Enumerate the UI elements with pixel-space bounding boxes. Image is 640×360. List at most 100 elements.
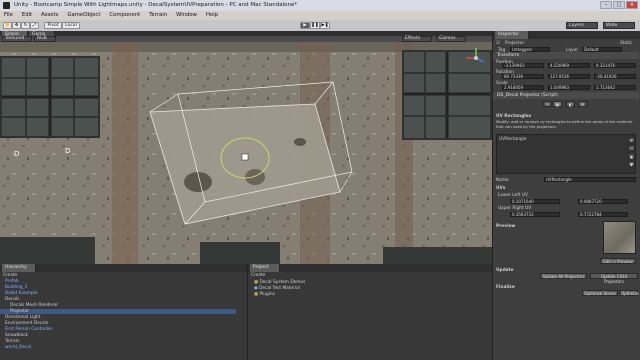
layout-dropdown[interactable]: Wide [603, 22, 635, 29]
material-icon: ● [254, 286, 258, 291]
pause-icon[interactable]: ❚❚ [310, 22, 320, 29]
menu-help[interactable]: Help [206, 11, 218, 20]
preview-title: Preview [496, 224, 516, 229]
menu-gameobject[interactable]: GameObject [67, 11, 100, 20]
project-create-button[interactable]: Create [251, 273, 265, 278]
rotation-x-field[interactable]: 80.73336 [502, 74, 544, 79]
scene-render: D D [0, 42, 492, 264]
decal-marker-icon[interactable]: D [14, 150, 19, 158]
uv-preview-image [603, 221, 636, 254]
project-item[interactable]: ■ Plugins [254, 292, 275, 297]
optimize-button[interactable]: Optimize [620, 290, 639, 296]
scale-y-field[interactable]: 1.049983 [548, 85, 590, 90]
hierarchy-item[interactable]: Prefab [5, 279, 19, 284]
scale-x-field[interactable]: 2.918059 [502, 85, 544, 90]
preview-mode-icon[interactable]: ◧ [566, 101, 575, 107]
optimize-scene-button[interactable]: Optimize Scene [582, 290, 618, 296]
move-tool-icon[interactable]: ✥ [12, 22, 21, 29]
toolbar: ✋ ✥ ↻ ⤢ Pivot Local ▶ ❚❚ ▶❚ Layers Wide [0, 20, 640, 31]
scale-tool-icon[interactable]: ⤢ [30, 22, 39, 29]
scene-viewport[interactable]: D D [0, 42, 492, 264]
layers-dropdown[interactable]: Layers [566, 22, 598, 29]
rotate-tool-icon[interactable]: ↻ [21, 22, 30, 29]
hierarchy-create-button[interactable]: Create [3, 273, 17, 278]
hierarchy-item[interactable]: Directional Light [5, 315, 40, 320]
step-icon[interactable]: ▶❚ [320, 22, 330, 29]
minimize-button[interactable]: – [600, 1, 612, 9]
position-z-field[interactable]: 4.321476 [594, 63, 636, 68]
menu-component[interactable]: Component [109, 11, 140, 20]
local-toggle[interactable]: Local [62, 22, 80, 29]
rotation-z-field[interactable]: -26.41926 [594, 74, 636, 79]
move-up-icon[interactable]: ▲ [628, 153, 635, 159]
play-icon[interactable]: ▶ [300, 22, 310, 29]
tab-project[interactable]: Project [250, 264, 280, 272]
hierarchy-panel: Hierarchy Create Prefab Building_1 Bullet … [0, 264, 247, 360]
close-button[interactable]: ✕ [626, 1, 638, 9]
hierarchy-item[interactable]: Environment Decals [5, 321, 48, 326]
decal-marker-icon[interactable]: D [65, 147, 70, 155]
menu-window[interactable]: Window [176, 11, 197, 20]
script-header[interactable]: DS_Decal Projector (Script) [493, 92, 639, 99]
hierarchy-item[interactable]: world_Decal [5, 345, 31, 350]
lower-left-u-field[interactable]: 0.2071640 [510, 199, 560, 204]
menu-assets[interactable]: Assets [41, 11, 58, 20]
uv-description: Modify, add or remove uv rectangles to d… [496, 119, 633, 129]
uvs-title: UVs [496, 186, 506, 191]
edit-mode-icon[interactable]: ✎ [543, 101, 552, 107]
project-panel: Project Create ■ Decal System Demos ● De… [247, 264, 493, 360]
menu-terrain[interactable]: Terrain [149, 11, 167, 20]
hierarchy-item[interactable]: Projector [0, 309, 236, 314]
hand-tool-icon[interactable]: ✋ [3, 22, 12, 29]
project-item[interactable]: ■ Decal System Demos [254, 280, 305, 285]
pivot-toggle[interactable]: Pivot [44, 22, 62, 29]
uv-mode-icon[interactable]: ▦ [553, 101, 562, 107]
name-field[interactable]: UVRectangle [544, 177, 636, 182]
right-window [402, 50, 492, 140]
tab-hierarchy[interactable]: Hierarchy [2, 264, 36, 272]
maximize-button[interactable]: □ [613, 1, 625, 9]
hierarchy-item[interactable]: Bullet Example [5, 291, 37, 296]
rotation-y-field[interactable]: 127.9536 [548, 74, 590, 79]
unity-app-icon [3, 2, 10, 9]
edit-in-preview-button[interactable]: Edit in Preview [600, 258, 636, 264]
left-window [0, 56, 100, 138]
scale-z-field[interactable]: 1.713642 [594, 85, 636, 90]
list-item[interactable]: UVRectangle [499, 137, 527, 142]
update-all-projectors-button[interactable]: Update All Projectors [540, 273, 587, 279]
lower-left-label: Lower Left UV [498, 193, 528, 198]
move-down-icon[interactable]: ▼ [628, 161, 635, 167]
position-y-field[interactable]: 4.220969 [548, 63, 590, 68]
hierarchy-item[interactable]: Decals Mesh Renderer [10, 303, 58, 308]
add-icon[interactable]: + [628, 137, 635, 143]
folder-icon: ■ [254, 280, 259, 285]
upper-right-label: Upper Right UV [498, 206, 532, 211]
transform-header[interactable]: Transform [493, 52, 639, 59]
project-item[interactable]: ● Decal Test Material [254, 286, 300, 291]
static-toggle[interactable]: Static [620, 41, 632, 46]
window-title: Unity - Bootcamp Simple With Lightmaps.u… [14, 2, 298, 8]
upper-right-v-field[interactable]: 0.7722784 [578, 212, 628, 217]
update-title: Update [496, 268, 514, 273]
object-name[interactable]: Projector [505, 41, 524, 46]
menu-bar: File Edit Assets GameObject Component Te… [0, 11, 640, 20]
lower-left-v-field[interactable]: 0.0887720 [578, 199, 628, 204]
upper-right-u-field[interactable]: 0.3563732 [510, 212, 560, 217]
menu-edit[interactable]: Edit [22, 11, 32, 20]
folder-icon: ■ [254, 292, 259, 297]
tab-inspector[interactable]: Inspector [495, 31, 529, 39]
update-child-projectors-button[interactable]: Update Child Projectors [590, 273, 638, 284]
name-label: Name [496, 178, 509, 183]
window-title-bar: Unity - Bootcamp Simple With Lightmaps.u… [0, 0, 640, 11]
hierarchy-item[interactable]: Terrain [5, 339, 20, 344]
settings-icon[interactable]: ⚙ [578, 101, 587, 107]
hierarchy-item[interactable]: Snowblock [5, 333, 28, 338]
gameobject-active-checkbox[interactable]: ☑ [496, 41, 500, 46]
remove-icon[interactable]: − [628, 145, 635, 151]
hierarchy-item[interactable]: First Person Controller [5, 327, 52, 332]
hierarchy-item[interactable]: Decals [5, 297, 19, 302]
hierarchy-item[interactable]: Building_1 [5, 285, 27, 290]
finalize-title: Finalize [496, 285, 515, 290]
menu-file[interactable]: File [4, 11, 13, 20]
position-x-field[interactable]: -3.139963 [502, 63, 544, 68]
